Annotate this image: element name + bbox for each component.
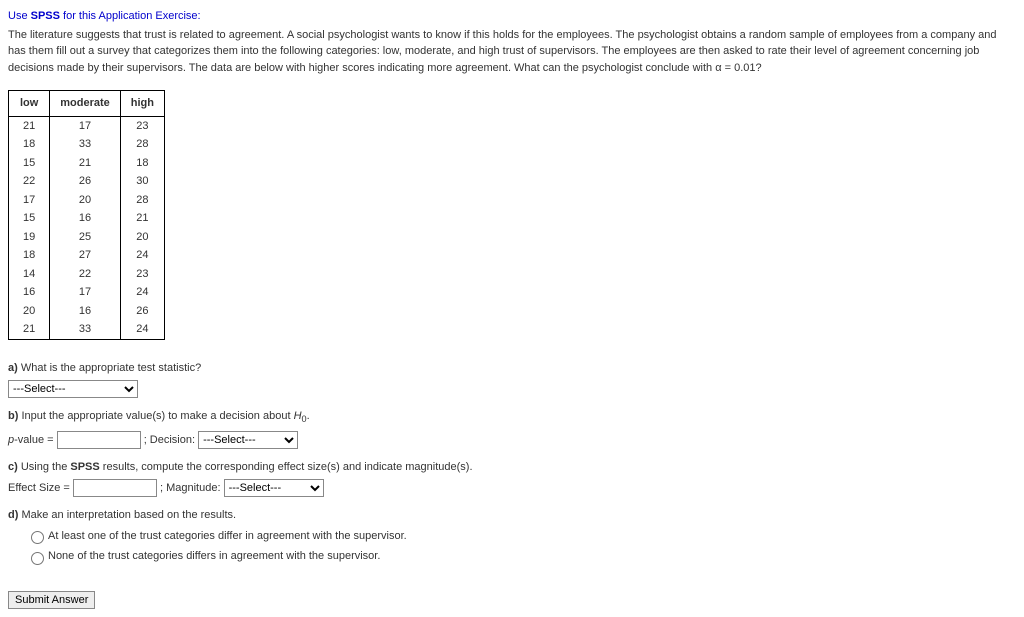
table-row: 201626 [9,302,165,321]
table-cell: 16 [9,283,50,302]
table-cell: 26 [120,302,164,321]
exercise-description: The literature suggests that trust is re… [8,27,1016,77]
question-d: d) Make an interpretation based on the r… [8,507,1016,524]
table-cell: 17 [9,191,50,210]
table-cell: 26 [50,172,121,191]
table-row: 192520 [9,228,165,247]
table-cell: 24 [120,283,164,302]
table-cell: 21 [120,209,164,228]
table-cell: 21 [50,154,121,173]
table-cell: 22 [50,265,121,284]
table-cell: 24 [120,246,164,265]
decision-select[interactable]: ---Select--- [198,431,298,449]
hdr-bold: SPSS [31,10,60,22]
table-row: 211723 [9,116,165,135]
qc-label: c) [8,461,18,473]
table-cell: 15 [9,154,50,173]
table-row: 161724 [9,283,165,302]
table-cell: 19 [9,228,50,247]
table-cell: 18 [9,135,50,154]
qc-text1: Using the [18,461,71,473]
table-cell: 16 [50,302,121,321]
qd-text: Make an interpretation based on the resu… [18,509,236,521]
table-cell: 17 [50,283,121,302]
table-cell: 17 [50,116,121,135]
table-cell: 27 [50,246,121,265]
qa-select[interactable]: ---Select--- [8,380,138,398]
table-cell: 21 [9,116,50,135]
qb-dot: . [307,410,310,422]
data-table: lowmoderatehigh 211723183328152118222630… [8,90,165,340]
qb-input-row: p-value = ; Decision: ---Select--- [8,431,1016,449]
table-cell: 33 [50,320,121,339]
effect-size-label: Effect Size = [8,482,73,494]
magnitude-select[interactable]: ---Select--- [224,479,324,497]
table-cell: 16 [50,209,121,228]
table-cell: 20 [9,302,50,321]
table-row: 172028 [9,191,165,210]
table-cell: 23 [120,265,164,284]
qd-opt2-label: None of the trust categories differs in … [48,550,380,562]
qa-label: a) [8,362,18,374]
submit-button[interactable]: Submit Answer [8,591,95,609]
magnitude-label: ; Magnitude: [160,482,224,494]
qc-bold: SPSS [70,461,99,473]
table-cell: 28 [120,135,164,154]
table-row: 183328 [9,135,165,154]
table-cell: 23 [120,116,164,135]
qb-label: b) [8,410,18,422]
table-row: 222630 [9,172,165,191]
hdr-suffix: for this Application Exercise: [60,10,201,22]
table-row: 151621 [9,209,165,228]
table-cell: 18 [120,154,164,173]
table-row: 142223 [9,265,165,284]
qb-text: Input the appropriate value(s) to make a… [18,410,293,422]
table-cell: 28 [120,191,164,210]
qc-input-row: Effect Size = ; Magnitude: ---Select--- [8,479,1016,497]
question-b: b) Input the appropriate value(s) to mak… [8,408,1016,427]
qd-radio-2[interactable] [31,552,44,565]
table-cell: 25 [50,228,121,247]
qd-opt1-label: At least one of the trust categories dif… [48,530,407,542]
table-cell: 14 [9,265,50,284]
table-row: 213324 [9,320,165,339]
table-row: 182724 [9,246,165,265]
table-row: 152118 [9,154,165,173]
pvalue-input[interactable] [57,431,141,449]
qd-radio-1[interactable] [31,531,44,544]
qc-text2: results, compute the corresponding effec… [100,461,473,473]
table-header: low [9,91,50,117]
table-cell: 24 [120,320,164,339]
table-cell: 18 [9,246,50,265]
qb-h0: H [294,410,302,422]
table-cell: 20 [120,228,164,247]
pvalue-eq: -value = [14,434,57,446]
qd-label: d) [8,509,18,521]
table-cell: 30 [120,172,164,191]
table-header: moderate [50,91,121,117]
decision-label: ; Decision: [144,434,198,446]
table-cell: 22 [9,172,50,191]
question-c: c) Using the SPSS results, compute the c… [8,459,1016,476]
qa-text: What is the appropriate test statistic? [18,362,201,374]
table-cell: 20 [50,191,121,210]
table-cell: 33 [50,135,121,154]
table-cell: 21 [9,320,50,339]
question-a: a) What is the appropriate test statisti… [8,360,1016,377]
exercise-header: Use SPSS for this Application Exercise: [8,8,1016,25]
effect-size-input[interactable] [73,479,157,497]
table-cell: 15 [9,209,50,228]
hdr-prefix: Use [8,10,31,22]
table-header: high [120,91,164,117]
